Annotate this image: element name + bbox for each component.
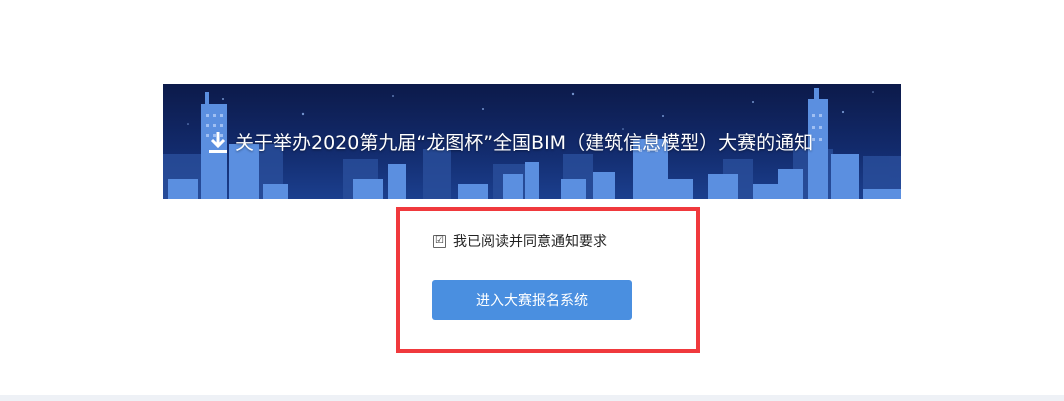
download-icon[interactable] [205,129,231,155]
agreement-label: 我已阅读并同意通知要求 [453,234,607,250]
footer-strip [0,395,1064,401]
agreement-row[interactable]: ☑ 我已阅读并同意通知要求 [433,231,607,251]
banner-title-row[interactable]: 关于举办2020第九届“龙图杯”全国BIM（建筑信息模型）大赛的通知 [205,128,813,155]
enter-registration-button[interactable]: 进入大赛报名系统 [432,280,632,320]
banner-title[interactable]: 关于举办2020第九届“龙图杯”全国BIM（建筑信息模型）大赛的通知 [235,128,813,155]
notice-banner[interactable]: 关于举办2020第九届“龙图杯”全国BIM（建筑信息模型）大赛的通知 [163,84,901,199]
agreement-checkbox[interactable]: ☑ [433,234,446,248]
